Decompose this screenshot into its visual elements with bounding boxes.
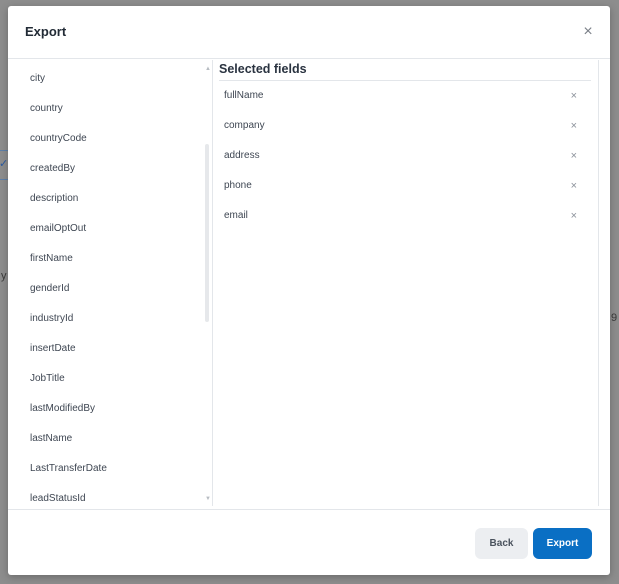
- export-dialog: Export × city country countryCode createdBy…: [8, 6, 610, 575]
- scrollbar-thumb[interactable]: [205, 144, 209, 322]
- selected-field-label: company: [224, 120, 265, 131]
- available-field-item[interactable]: lastName: [8, 429, 213, 459]
- available-field-item[interactable]: insertDate: [8, 339, 213, 369]
- scroll-down-icon[interactable]: ▼: [205, 496, 211, 502]
- available-field-item[interactable]: leadStatusId: [8, 489, 213, 506]
- remove-field-icon[interactable]: ×: [571, 111, 577, 141]
- background-text-fragment: y: [1, 270, 7, 282]
- available-field-item[interactable]: JobTitle: [8, 369, 213, 399]
- selected-field-label: phone: [224, 180, 252, 191]
- selected-field-item[interactable]: company ×: [219, 111, 591, 141]
- available-field-item[interactable]: firstName: [8, 249, 213, 279]
- panel-divider: [212, 60, 213, 506]
- dialog-header: Export ×: [8, 6, 610, 59]
- back-button[interactable]: Back: [475, 528, 528, 559]
- scroll-up-icon[interactable]: ▲: [205, 66, 211, 72]
- available-field-item[interactable]: country: [8, 99, 213, 129]
- available-field-item[interactable]: createdBy: [8, 159, 213, 189]
- available-field-item[interactable]: countryCode: [8, 129, 213, 159]
- available-field-item[interactable]: description: [8, 189, 213, 219]
- available-field-item[interactable]: emailOptOut: [8, 219, 213, 249]
- selected-field-item[interactable]: phone ×: [219, 171, 591, 201]
- available-field-item[interactable]: lastModifiedBy: [8, 399, 213, 429]
- available-fields-list: city country countryCode createdBy descripti…: [8, 60, 213, 506]
- available-fields-panel: city country countryCode createdBy descripti…: [8, 60, 213, 506]
- remove-field-icon[interactable]: ×: [571, 201, 577, 231]
- dialog-footer: Back Export: [8, 509, 610, 575]
- background-text-fragment: 9: [611, 312, 618, 324]
- selected-fields-list: fullName × company × address × phone × email ×: [219, 81, 591, 231]
- check-icon: ✓: [0, 158, 9, 170]
- available-field-item[interactable]: LastTransferDate: [8, 459, 213, 489]
- selected-field-label: address: [224, 150, 260, 161]
- export-button[interactable]: Export: [533, 528, 592, 559]
- available-field-item[interactable]: industryId: [8, 309, 213, 339]
- remove-field-icon[interactable]: ×: [571, 141, 577, 171]
- selected-field-item[interactable]: address ×: [219, 141, 591, 171]
- available-field-item[interactable]: genderId: [8, 279, 213, 309]
- remove-field-icon[interactable]: ×: [571, 171, 577, 201]
- remove-field-icon[interactable]: ×: [571, 81, 577, 111]
- selected-field-item[interactable]: email ×: [219, 201, 591, 231]
- available-field-item[interactable]: city: [8, 69, 213, 99]
- close-icon[interactable]: ×: [580, 24, 596, 40]
- selected-fields-panel: Selected fields fullName × company × address…: [219, 60, 600, 506]
- dialog-title: Export: [25, 24, 67, 39]
- selected-fields-heading: Selected fields: [219, 62, 307, 76]
- panel-divider: [598, 60, 599, 506]
- selected-field-item[interactable]: fullName ×: [219, 81, 591, 111]
- selected-field-label: email: [224, 210, 248, 221]
- selected-field-label: fullName: [224, 90, 264, 101]
